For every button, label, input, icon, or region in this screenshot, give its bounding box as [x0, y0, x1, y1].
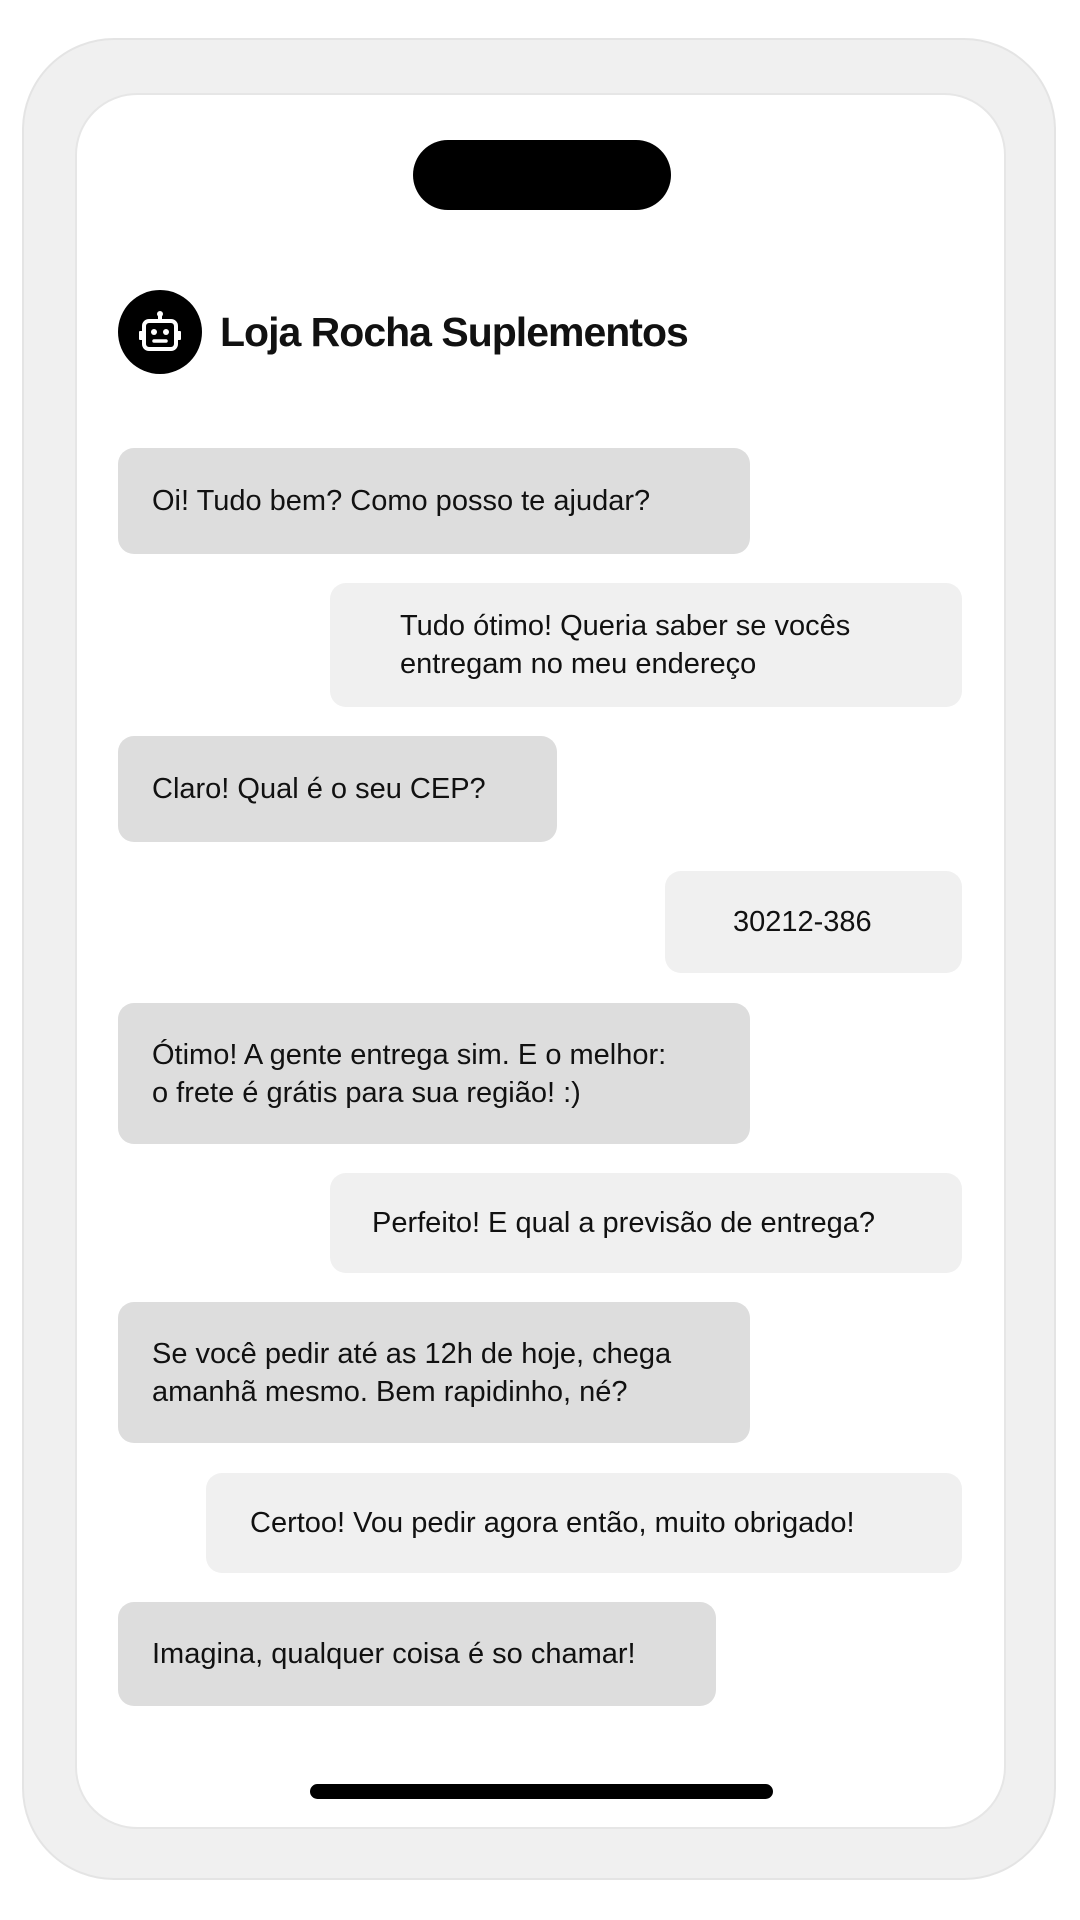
user-message: Tudo ótimo! Queria saber se vocês entreg…	[330, 583, 962, 707]
message-text: Perfeito! E qual a previsão de entrega?	[372, 1207, 875, 1239]
user-message: Perfeito! E qual a previsão de entrega?	[330, 1173, 962, 1273]
user-message: Certoo! Vou pedir agora então, muito obr…	[206, 1473, 962, 1573]
chat-title: Loja Rocha Suplementos	[220, 308, 689, 355]
message-text: Claro! Qual é o seu CEP?	[152, 773, 486, 805]
message-text: 30212-386	[733, 906, 872, 938]
user-message: 30212-386	[665, 871, 962, 973]
home-indicator[interactable]	[310, 1784, 773, 1799]
message-text: Tudo ótimo! Queria saber se vocês entreg…	[400, 610, 851, 680]
bot-message: Claro! Qual é o seu CEP?	[118, 736, 557, 842]
message-text: Certoo! Vou pedir agora então, muito obr…	[250, 1507, 855, 1539]
bot-avatar	[118, 290, 202, 374]
message-text: Oi! Tudo bem? Como posso te ajudar?	[152, 485, 651, 517]
bot-message: Oi! Tudo bem? Como posso te ajudar?	[118, 448, 750, 554]
dynamic-island	[413, 140, 671, 210]
bot-message: Ótimo! A gente entrega sim. E o melhor: …	[118, 1003, 750, 1144]
chat-header: Loja Rocha Suplementos	[118, 290, 689, 374]
bot-message: Se você pedir até as 12h de hoje, chega …	[118, 1302, 750, 1443]
message-text: Se você pedir até as 12h de hoje, chega …	[152, 1337, 672, 1408]
message-text: Ótimo! A gente entrega sim. E o melhor: …	[152, 1038, 667, 1109]
robot-icon	[139, 311, 181, 351]
message-text: Imagina, qualquer coisa é so chamar!	[152, 1638, 636, 1670]
bot-message: Imagina, qualquer coisa é so chamar!	[118, 1602, 716, 1706]
